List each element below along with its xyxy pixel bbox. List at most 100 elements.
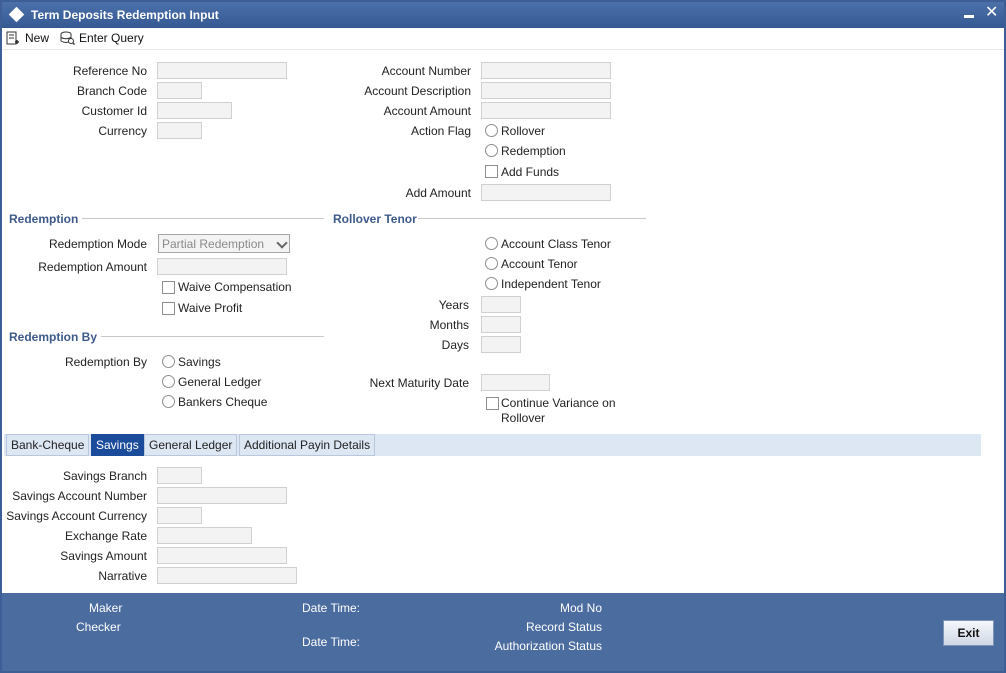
account-class-tenor-label: Account Class Tenor [501,237,611,251]
authorization-status-label: Authorization Status [494,639,602,653]
redemption-mode-select[interactable]: Partial Redemption [158,234,290,253]
general-ledger-radio-label: General Ledger [178,375,262,389]
close-icon[interactable]: ✕ [985,4,998,22]
redemption-label: Redemption [501,144,566,158]
rollover-radio[interactable] [485,124,498,137]
redemption-mode-value: Partial Redemption [162,237,265,251]
continue-variance-label-line1: Continue Variance on [501,396,616,410]
toolbar: New Enter Query [2,28,1004,50]
record-status-label: Record Status [525,620,602,634]
months-field[interactable] [481,316,521,333]
next-maturity-date-label: Next Maturity Date [369,376,469,390]
redemption-amount-label: Redemption Amount [38,260,147,274]
maker-label: Maker [89,601,123,615]
waive-compensation-checkbox[interactable] [162,281,175,294]
account-tenor-label: Account Tenor [501,257,578,271]
next-maturity-date-field[interactable] [481,374,550,391]
bankers-cheque-radio-label: Bankers Cheque [178,395,268,409]
account-class-tenor-radio[interactable] [485,237,498,250]
tab-bar: Bank-Cheque Savings General Ledger Addit… [4,434,981,456]
chevron-down-icon [276,237,288,249]
waive-profit-checkbox[interactable] [162,302,175,315]
independent-tenor-label: Independent Tenor [501,277,601,291]
term-deposits-redemption-window: Term Deposits Redemption Input ✕ New Ent… [0,0,1006,673]
new-button[interactable]: New [6,30,54,48]
savings-amount-field[interactable] [157,547,287,564]
redemption-amount-field[interactable] [157,258,287,275]
account-number-field[interactable] [481,62,611,79]
general-ledger-radio[interactable] [162,375,175,388]
new-document-icon [6,31,19,45]
tab-general-ledger[interactable]: General Ledger [144,434,238,456]
days-field[interactable] [481,336,521,353]
waive-compensation-label: Waive Compensation [178,280,292,294]
mod-no-label: Mod No [559,601,602,615]
savings-account-number-label: Savings Account Number [12,489,147,503]
account-tenor-radio[interactable] [485,257,498,270]
savings-amount-label: Savings Amount [60,549,147,563]
continue-variance-checkbox[interactable] [486,397,499,410]
months-label: Months [429,318,469,332]
maker-date-time-label: Date Time: [302,601,361,615]
checker-date-time-label: Date Time: [302,635,361,649]
customer-id-field[interactable] [157,102,232,119]
audit-footer: Maker Checker Date Time: Date Time: Mod … [2,593,1004,671]
account-amount-field[interactable] [481,102,611,119]
tab-bank-cheque[interactable]: Bank-Cheque [6,434,90,456]
narrative-label: Narrative [98,569,147,583]
savings-account-number-field[interactable] [157,487,287,504]
account-amount-label: Account Amount [383,104,471,118]
reference-no-field[interactable] [157,62,287,79]
days-label: Days [441,338,469,352]
savings-branch-field[interactable] [157,467,202,484]
branch-code-label: Branch Code [76,84,147,98]
years-field[interactable] [481,296,521,313]
account-number-label: Account Number [381,64,471,78]
savings-account-currency-label: Savings Account Currency [6,509,147,523]
account-description-label: Account Description [364,84,471,98]
rollover-tenor-section-title: Rollover Tenor [333,212,417,226]
rollover-tenor-section-divider [418,218,646,219]
minimize-icon[interactable] [964,15,974,18]
branch-code-field[interactable] [157,82,202,99]
currency-field[interactable] [157,122,202,139]
narrative-field[interactable] [157,567,297,584]
redemption-radio[interactable] [485,144,498,157]
continue-variance-label-line2: Rollover [501,411,546,425]
rollover-label: Rollover [501,124,546,138]
redemption-by-section-title: Redemption By [9,330,98,344]
redemption-by-label: Redemption By [64,355,147,369]
new-button-label: New [25,31,50,45]
app-diamond-icon [8,6,25,23]
add-amount-field[interactable] [481,184,611,201]
years-label: Years [438,298,469,312]
add-funds-label: Add Funds [501,165,560,179]
enter-query-button-label: Enter Query [79,31,144,45]
reference-no-label: Reference No [72,64,147,78]
action-flag-label: Action Flag [410,124,471,138]
checker-label: Checker [76,620,121,634]
redemption-section-title: Redemption [9,212,79,226]
savings-account-currency-field[interactable] [157,507,202,524]
window-title: Term Deposits Redemption Input [31,8,219,22]
independent-tenor-radio[interactable] [485,277,498,290]
exit-button[interactable]: Exit [943,620,994,646]
savings-branch-label: Savings Branch [62,469,147,483]
tab-additional-payin-details[interactable]: Additional Payin Details [239,434,376,456]
savings-radio[interactable] [162,355,175,368]
enter-query-button[interactable]: Enter Query [60,30,152,48]
redemption-section-divider [82,218,324,219]
title-bar: Term Deposits Redemption Input ✕ [2,2,1004,28]
bankers-cheque-radio[interactable] [162,395,175,408]
redemption-mode-label: Redemption Mode [48,237,147,251]
add-amount-label: Add Amount [405,186,471,200]
query-database-icon [60,31,75,45]
currency-label: Currency [98,124,147,138]
redemption-by-section-divider [101,336,324,337]
add-funds-checkbox[interactable] [485,165,498,178]
tab-savings[interactable]: Savings [91,434,144,456]
exchange-rate-field[interactable] [157,527,252,544]
account-description-field[interactable] [481,82,611,99]
savings-radio-label: Savings [178,355,221,369]
exchange-rate-label: Exchange Rate [64,529,147,543]
